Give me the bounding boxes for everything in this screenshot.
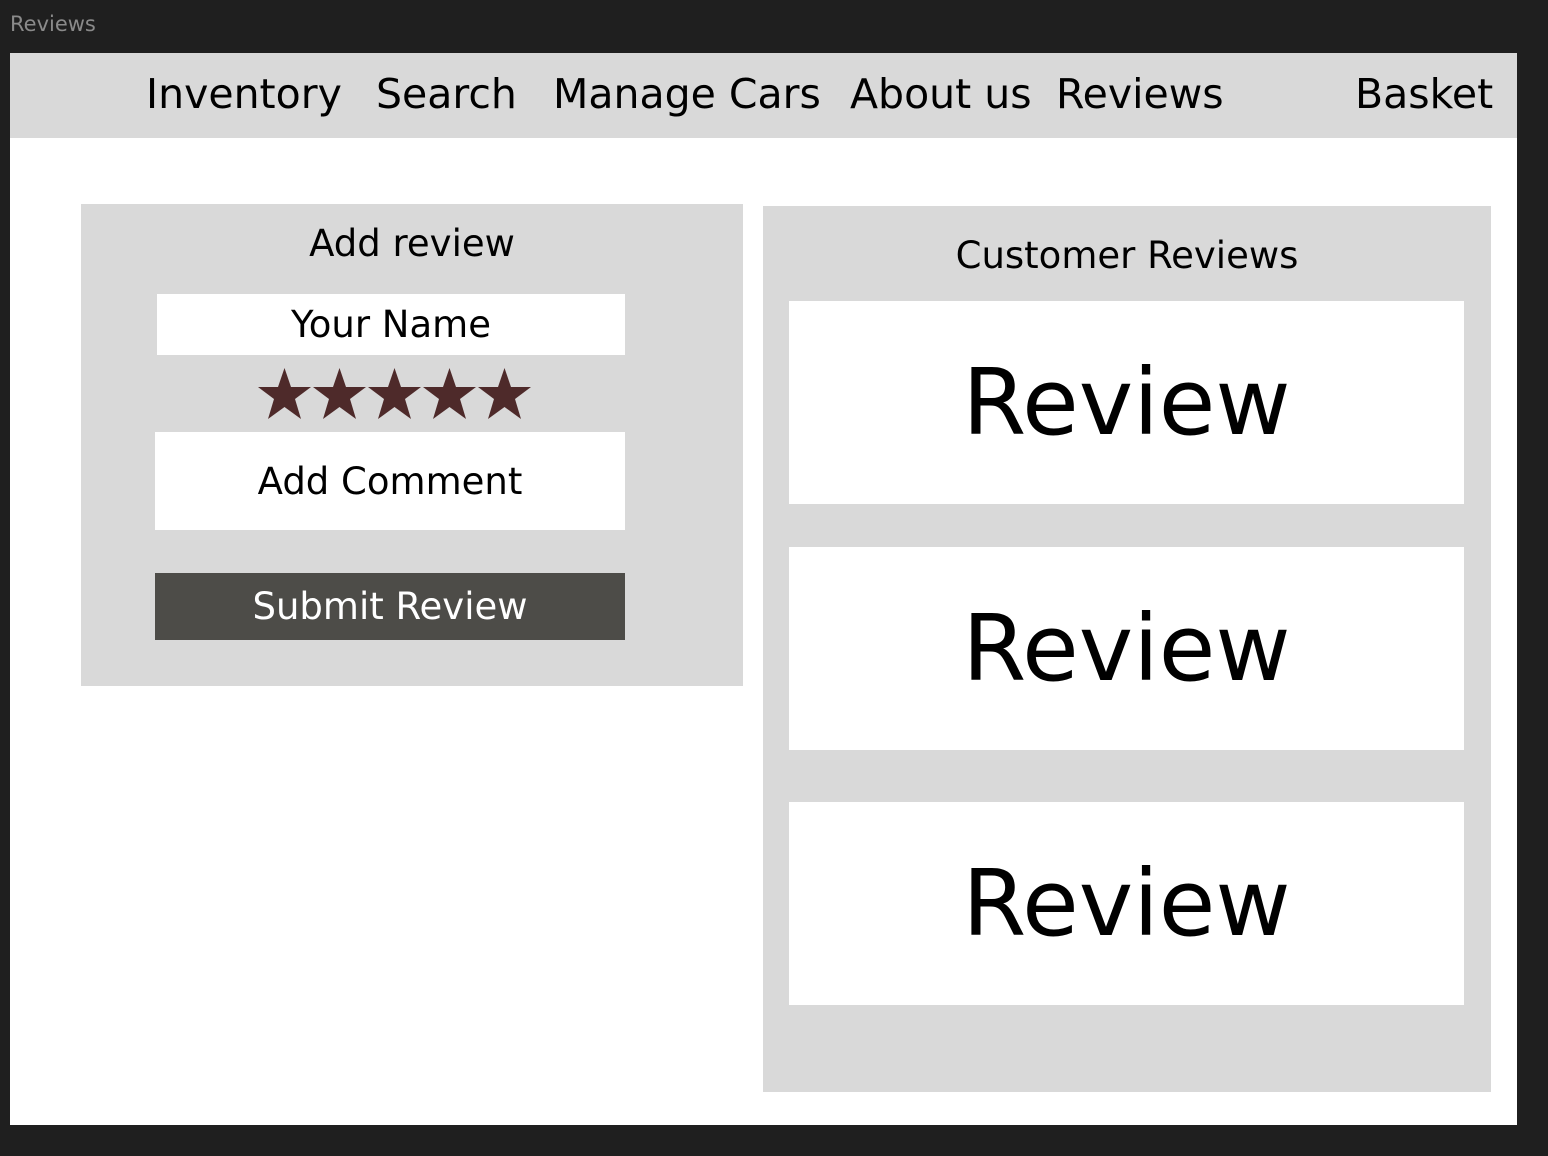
- submit-review-button[interactable]: Submit Review: [155, 573, 625, 640]
- nav-item-reviews[interactable]: Reviews: [1056, 69, 1224, 119]
- add-review-panel: Add review Your Name Add Comment Submit …: [81, 204, 743, 686]
- review-card: Review: [789, 802, 1464, 1005]
- star-icon[interactable]: [422, 367, 477, 422]
- top-navbar: Inventory Search Manage Cars About us Re…: [10, 53, 1517, 138]
- nav-item-search[interactable]: Search: [376, 69, 517, 119]
- app-frame: Inventory Search Manage Cars About us Re…: [10, 53, 1517, 1125]
- your-name-input[interactable]: Your Name: [157, 294, 625, 355]
- star-icon[interactable]: [257, 367, 312, 422]
- star-icon[interactable]: [312, 367, 367, 422]
- window-title: Reviews: [10, 12, 96, 36]
- nav-item-manage-cars[interactable]: Manage Cars: [553, 69, 821, 119]
- nav-item-basket[interactable]: Basket: [1355, 69, 1493, 119]
- review-card: Review: [789, 547, 1464, 750]
- star-rating[interactable]: [257, 367, 532, 422]
- nav-item-about-us[interactable]: About us: [850, 69, 1032, 119]
- review-card: Review: [789, 301, 1464, 504]
- customer-reviews-panel: Customer Reviews Review Review Review: [763, 206, 1491, 1092]
- nav-item-inventory[interactable]: Inventory: [146, 69, 342, 119]
- customer-reviews-title: Customer Reviews: [955, 234, 1299, 277]
- add-review-title: Add review: [309, 222, 515, 265]
- star-icon[interactable]: [477, 367, 532, 422]
- star-icon[interactable]: [367, 367, 422, 422]
- add-comment-input[interactable]: Add Comment: [155, 432, 625, 530]
